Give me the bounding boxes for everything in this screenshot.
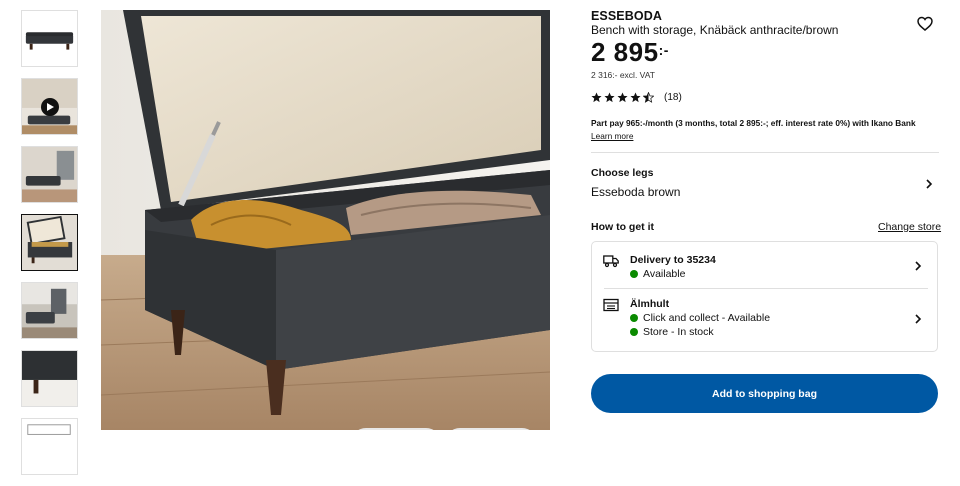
thumbnail-2-video[interactable] xyxy=(21,78,78,135)
thumbnail-list xyxy=(21,10,81,486)
bench-product-thumbnail xyxy=(22,11,77,66)
main-product-image: ▦ ◈ xyxy=(101,10,550,430)
available-dot-icon xyxy=(630,270,638,278)
half-star-icon xyxy=(643,92,654,103)
store-icon xyxy=(603,298,619,312)
thumbnail-4-selected[interactable] xyxy=(21,214,78,271)
product-description: Bench with storage, Knäbäck anthracite/b… xyxy=(591,23,839,37)
chevron-right-icon[interactable] xyxy=(913,313,923,325)
add-to-bag-button[interactable]: Add to shopping bag xyxy=(591,374,938,413)
living-room-thumbnail xyxy=(22,283,77,338)
price-suffix: :- xyxy=(658,42,669,58)
part-pay-info: Part pay 965:-/month (3 months, total 2 … xyxy=(591,117,921,143)
star-icon xyxy=(630,92,641,103)
available-dot-icon xyxy=(630,314,638,322)
in-store-text: Store - In stock xyxy=(643,326,714,338)
part-pay-text: Part pay 965:-/month (3 months, total 2 … xyxy=(591,118,916,128)
thumbnail-5[interactable] xyxy=(21,282,78,339)
choose-legs-label: Choose legs xyxy=(591,167,654,179)
in-stock-dot-icon xyxy=(630,328,638,336)
price-excl-vat: 2 316:- excl. VAT xyxy=(591,70,655,80)
price-main: 2 895 xyxy=(591,37,659,67)
how-to-get-it-label: How to get it xyxy=(591,221,654,233)
detail-thumbnail xyxy=(22,351,77,406)
product-brand: ESSEBODA xyxy=(591,9,662,23)
box-divider xyxy=(604,288,928,289)
rating-count: (18) xyxy=(664,92,682,103)
click-collect-text: Click and collect - Available xyxy=(643,312,771,324)
change-store-link[interactable]: Change store xyxy=(878,221,941,233)
thumbnail-3[interactable] xyxy=(21,146,78,203)
delivery-title[interactable]: Delivery to 35234 xyxy=(630,254,716,266)
in-store-status: Store - In stock xyxy=(630,326,714,338)
truck-icon xyxy=(603,255,619,268)
thumbnail-1[interactable] xyxy=(21,10,78,67)
product-price: 2 895:- xyxy=(591,37,669,68)
divider xyxy=(591,152,939,153)
open-bench-thumbnail xyxy=(22,215,77,270)
drawing-thumbnail xyxy=(22,419,77,474)
delivery-status-text: Available xyxy=(643,268,686,280)
availability-box: Delivery to 35234 Available Älmhult Clic… xyxy=(591,241,938,352)
star-icon xyxy=(617,92,628,103)
chevron-right-icon[interactable] xyxy=(923,177,935,191)
star-icon xyxy=(604,92,615,103)
room-thumbnail xyxy=(22,147,77,202)
rating[interactable]: (18) xyxy=(591,92,682,103)
heart-icon[interactable] xyxy=(917,16,933,32)
star-icon xyxy=(591,92,602,103)
legs-value[interactable]: Esseboda brown xyxy=(591,185,680,199)
play-icon[interactable] xyxy=(40,97,59,116)
learn-more-link[interactable]: Learn more xyxy=(591,131,633,141)
thumbnail-7[interactable] xyxy=(21,418,78,475)
click-collect-status: Click and collect - Available xyxy=(630,312,770,324)
thumbnail-6[interactable] xyxy=(21,350,78,407)
delivery-status: Available xyxy=(630,268,685,280)
store-name[interactable]: Älmhult xyxy=(630,298,669,310)
chevron-right-icon[interactable] xyxy=(913,260,923,272)
